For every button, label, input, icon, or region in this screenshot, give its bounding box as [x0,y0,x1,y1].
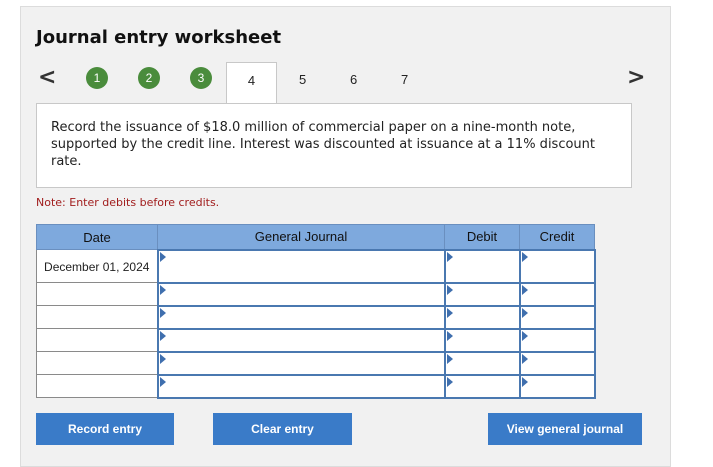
credit-input[interactable] [518,304,596,330]
step-6-tab[interactable]: 6 [350,72,357,87]
journal-entry-table: Date General Journal Debit Credit Decemb… [36,224,596,399]
dropdown-arrow-icon [159,284,166,295]
dropdown-arrow-icon [159,251,166,262]
dropdown-arrow-icon [159,353,166,364]
dropdown-arrow-icon [446,330,453,341]
step-2-tab[interactable]: 2 [138,67,160,89]
page-title: Journal entry worksheet [36,27,282,48]
record-entry-button[interactable]: Record entry [36,413,174,445]
account-input[interactable] [156,281,446,307]
dropdown-arrow-icon [521,353,528,364]
debit-input[interactable] [443,281,521,307]
dropdown-arrow-icon [159,307,166,318]
table-row [36,350,596,376]
debit-header: Debit [444,224,520,250]
credit-input[interactable] [518,327,596,353]
date-cell[interactable] [36,282,158,306]
debit-input[interactable] [443,373,521,399]
journal-header: General Journal [157,224,445,250]
chevron-left-icon[interactable]: < [38,66,56,90]
table-row [36,373,596,399]
account-input[interactable] [156,248,446,284]
step-3-tab[interactable]: 3 [190,67,212,89]
dropdown-arrow-icon [521,376,528,387]
date-header: Date [36,224,158,250]
dropdown-arrow-icon [446,251,453,262]
dropdown-arrow-icon [521,307,528,318]
dropdown-arrow-icon [159,376,166,387]
date-cell[interactable]: December 01, 2024 [36,249,158,283]
debit-input[interactable] [443,327,521,353]
dropdown-arrow-icon [446,376,453,387]
credit-header: Credit [519,224,595,250]
date-cell[interactable] [36,374,158,398]
date-cell[interactable] [36,351,158,375]
dropdown-arrow-icon [159,330,166,341]
date-cell[interactable] [36,305,158,329]
credit-input[interactable] [518,281,596,307]
dropdown-arrow-icon [446,353,453,364]
question-prompt: Record the issuance of $18.0 million of … [36,103,632,188]
dropdown-arrow-icon [521,251,528,262]
account-input[interactable] [156,350,446,376]
credit-input[interactable] [518,248,596,284]
clear-entry-button[interactable]: Clear entry [213,413,352,445]
step-7-tab[interactable]: 7 [401,72,408,87]
table-row [36,281,596,307]
dropdown-arrow-icon [521,330,528,341]
table-row [36,327,596,353]
debit-input[interactable] [443,304,521,330]
view-general-journal-button[interactable]: View general journal [488,413,642,445]
dropdown-arrow-icon [446,307,453,318]
date-value: December 01, 2024 [44,260,150,274]
account-input[interactable] [156,373,446,399]
step-5-tab[interactable]: 5 [299,72,306,87]
credit-input[interactable] [518,350,596,376]
table-row: December 01, 2024 [36,248,596,284]
debit-input[interactable] [443,248,521,284]
dropdown-arrow-icon [446,284,453,295]
table-row [36,304,596,330]
chevron-right-icon[interactable]: > [627,66,645,90]
entry-note: Note: Enter debits before credits. [36,196,220,209]
step-1-tab[interactable]: 1 [86,67,108,89]
date-cell[interactable] [36,328,158,352]
debit-input[interactable] [443,350,521,376]
account-input[interactable] [156,327,446,353]
account-input[interactable] [156,304,446,330]
step-4-tab[interactable]: 4 [226,62,277,104]
table-header-row: Date General Journal Debit Credit [36,224,595,250]
credit-input[interactable] [518,373,596,399]
dropdown-arrow-icon [521,284,528,295]
